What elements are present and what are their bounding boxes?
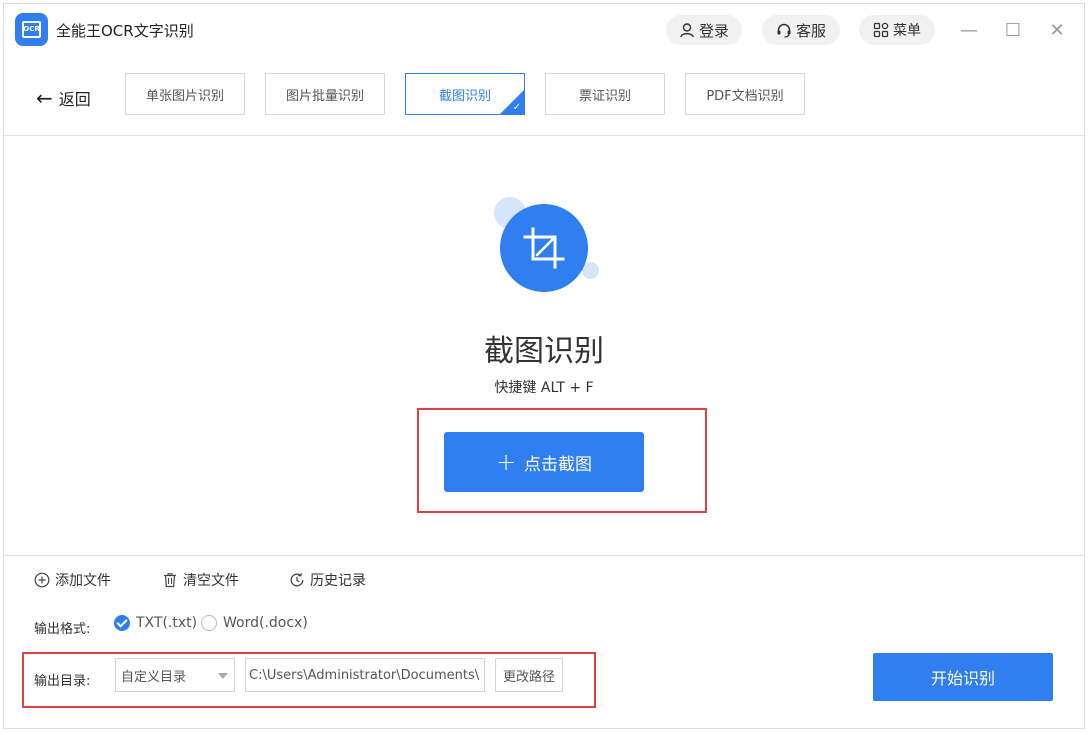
- directory-label: 输出目录:: [34, 674, 91, 689]
- directory-mode-value: 自定义目录: [121, 669, 187, 685]
- capture-label: 点击截图: [524, 454, 593, 475]
- tab-single-image[interactable]: 单张图片识别: [125, 73, 245, 115]
- bottom-panel: 添加文件 清空文件 历史记录 输出格式: TXT(.txt) Word(.doc…: [4, 555, 1084, 728]
- tab-label: PDF文档识别: [706, 88, 784, 104]
- maximize-button[interactable]: ☐: [999, 16, 1027, 44]
- radio-label: TXT(.txt): [136, 615, 198, 631]
- directory-mode-select[interactable]: 自定义目录: [115, 658, 235, 692]
- trash-icon: [162, 572, 178, 588]
- check-icon: ✓: [512, 102, 521, 113]
- plus-icon: +: [495, 448, 517, 476]
- radio-label: Word(.docx): [223, 615, 308, 631]
- back-label: 返回: [58, 90, 91, 109]
- close-button[interactable]: ✕: [1043, 16, 1071, 44]
- clear-file-button[interactable]: 清空文件: [162, 570, 239, 590]
- mode-toolbar: ← 返回 单张图片识别 图片批量识别 截图识别 ✓ 票证识别 PDF文档识别: [4, 56, 1084, 136]
- menu-label: 菜单: [893, 23, 921, 39]
- page-title: 截图识别: [484, 334, 604, 369]
- menu-button[interactable]: 菜单: [859, 15, 935, 45]
- grid-icon: [873, 22, 889, 38]
- app-logo-icon: OCR: [15, 13, 48, 46]
- service-label: 客服: [795, 21, 826, 40]
- login-label: 登录: [698, 21, 729, 40]
- user-icon: [679, 22, 695, 38]
- clear-file-label: 清空文件: [183, 573, 239, 589]
- tab-batch-image[interactable]: 图片批量识别: [265, 73, 385, 115]
- plus-circle-icon: [34, 572, 50, 588]
- radio-unchecked-icon: [201, 615, 217, 631]
- service-button[interactable]: 客服: [762, 15, 840, 45]
- tab-screenshot[interactable]: 截图识别 ✓: [405, 73, 525, 115]
- login-button[interactable]: 登录: [666, 15, 742, 45]
- format-radio-txt[interactable]: TXT(.txt): [114, 615, 197, 631]
- history-label: 历史记录: [310, 573, 366, 589]
- title-bar: OCR 全能王OCR文字识别 登录 客服 菜单 — ☐ ✕: [4, 4, 1084, 56]
- back-arrow-icon: ←: [36, 86, 53, 110]
- start-recognition-button[interactable]: 开始识别: [873, 653, 1053, 701]
- radio-checked-icon: [114, 615, 130, 631]
- tab-pdf[interactable]: PDF文档识别: [685, 73, 805, 115]
- back-button[interactable]: ← 返回: [36, 86, 91, 110]
- tab-label: 图片批量识别: [285, 88, 364, 104]
- tab-label: 截图识别: [438, 88, 491, 104]
- format-label: 输出格式:: [34, 622, 91, 637]
- headset-icon: [776, 22, 792, 38]
- shortcut-hint: 快捷键 ALT + F: [494, 380, 594, 396]
- capture-button[interactable]: + 点击截图: [444, 432, 644, 492]
- crop-icon: [500, 204, 588, 292]
- chevron-down-icon: [218, 673, 228, 679]
- app-title: 全能王OCR文字识别: [56, 22, 194, 40]
- tab-label: 票证识别: [578, 88, 631, 104]
- format-radio-word[interactable]: Word(.docx): [201, 615, 308, 631]
- directory-path-input[interactable]: [245, 658, 485, 692]
- tab-certificate[interactable]: 票证识别: [545, 73, 665, 115]
- history-button[interactable]: 历史记录: [289, 570, 366, 590]
- add-file-button[interactable]: 添加文件: [34, 570, 111, 590]
- add-file-label: 添加文件: [55, 573, 111, 589]
- app-window: OCR 全能王OCR文字识别 登录 客服 菜单 — ☐ ✕ ← 返回 单张图片识…: [3, 3, 1085, 729]
- minimize-button[interactable]: —: [955, 16, 983, 44]
- change-path-button[interactable]: 更改路径: [495, 658, 563, 692]
- history-icon: [289, 572, 305, 588]
- tab-label: 单张图片识别: [145, 88, 224, 104]
